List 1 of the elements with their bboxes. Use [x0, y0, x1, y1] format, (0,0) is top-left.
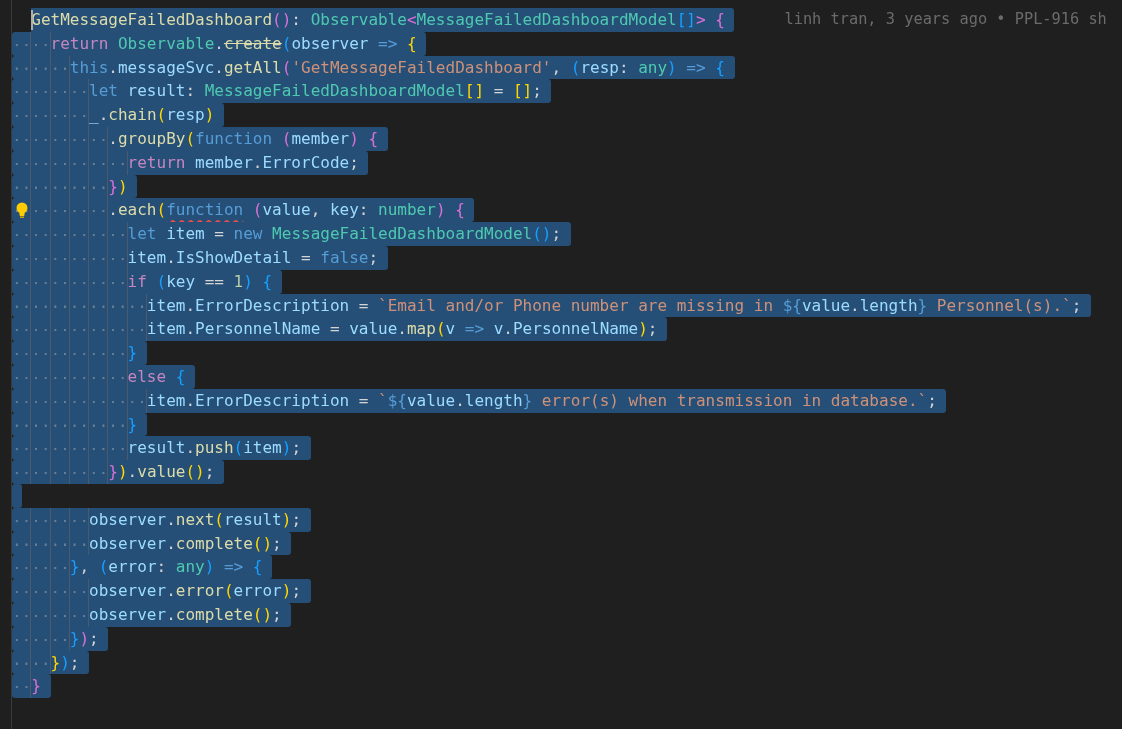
blame-annotation: linh tran, 3 years ago • PPL-916 sh — [784, 9, 1107, 30]
